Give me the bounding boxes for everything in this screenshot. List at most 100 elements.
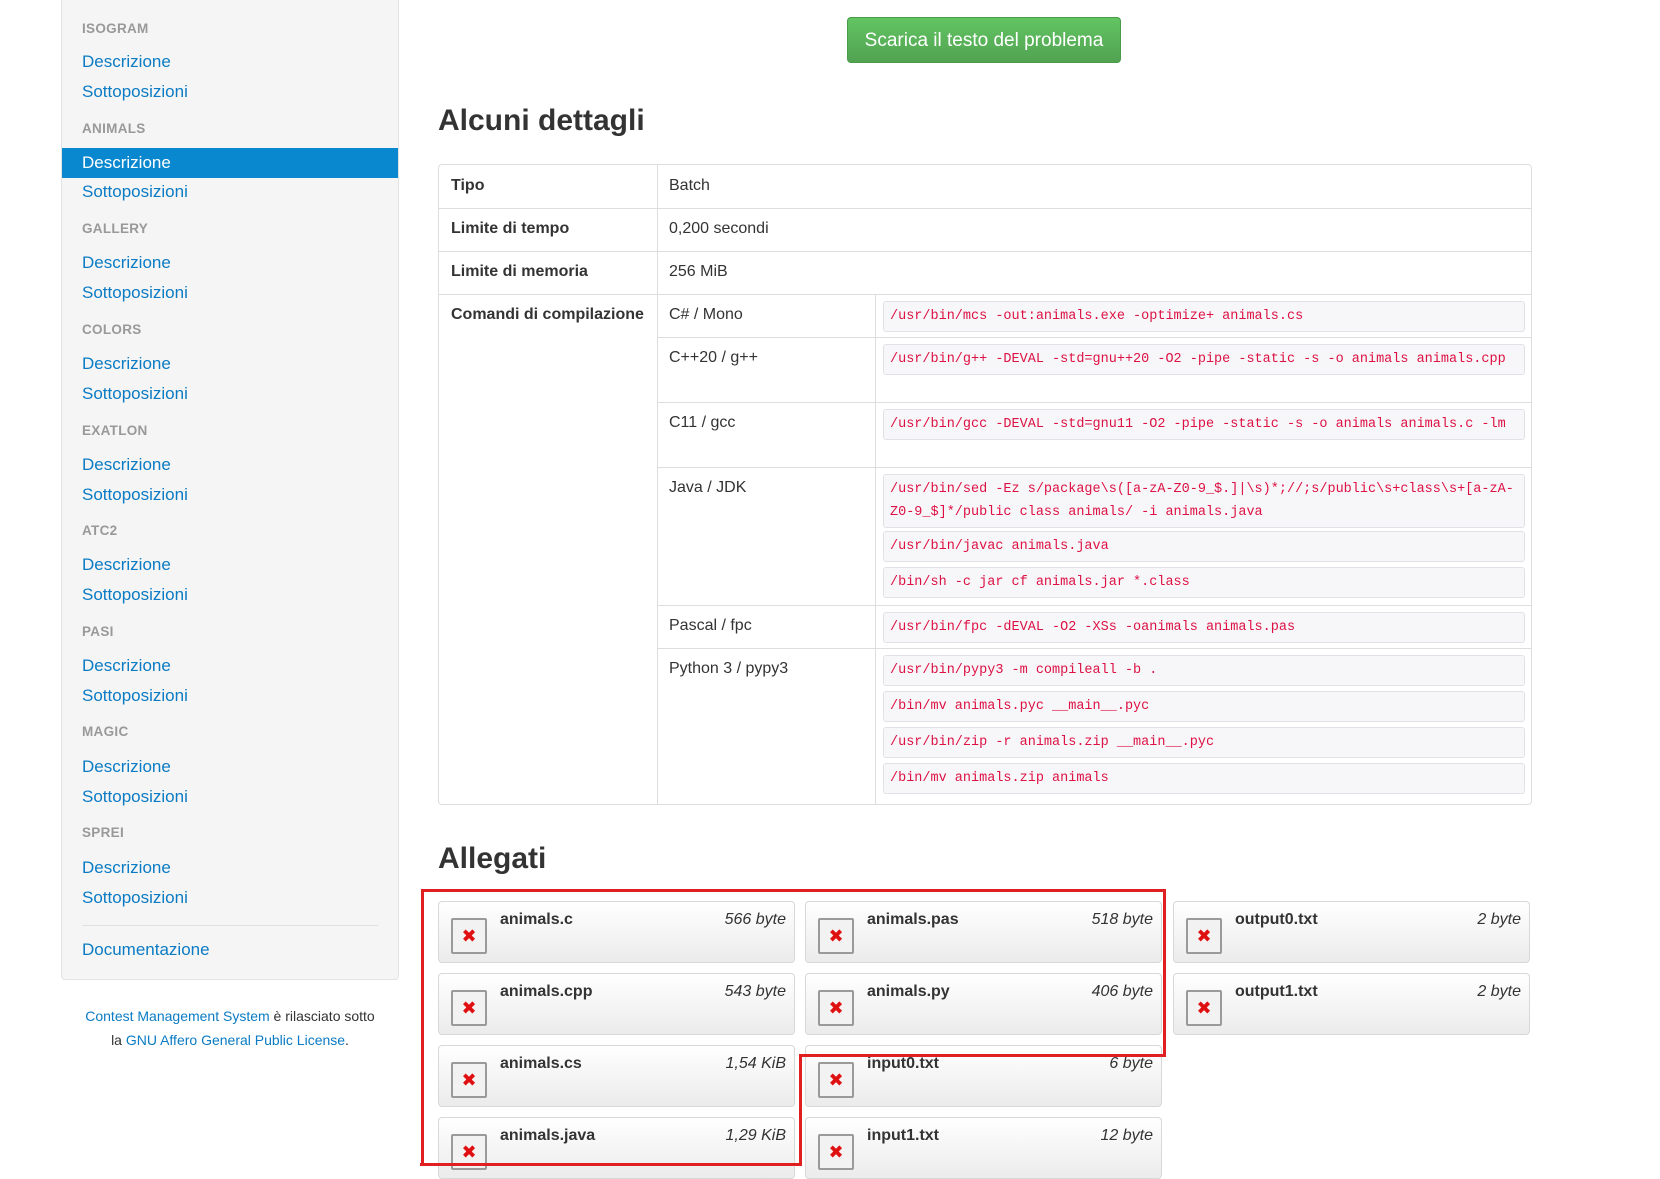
nav-header-magic: MAGIC xyxy=(82,724,129,739)
attachment-name: input0.txt xyxy=(867,1055,939,1072)
attachment-animals-cpp[interactable]: animals.cpp 543 byte xyxy=(438,973,795,1035)
compile-command: /usr/bin/zip -r animals.zip __main__.pyc xyxy=(883,727,1525,758)
attachment-size: 406 byte xyxy=(1091,983,1153,1000)
broken-image-icon xyxy=(451,918,487,954)
attachment-animals-pas[interactable]: animals.pas 518 byte xyxy=(805,901,1162,963)
annotation-outline-right xyxy=(1163,889,1166,1057)
attachment-animals-py[interactable]: animals.py 406 byte xyxy=(805,973,1162,1035)
attachment-name: animals.c xyxy=(500,911,573,928)
download-statement-button[interactable]: Scarica il testo del problema xyxy=(847,17,1121,63)
tipo-label: Tipo xyxy=(451,177,485,194)
attachment-size: 1,29 KiB xyxy=(725,1127,786,1144)
broken-image-icon xyxy=(818,990,854,1026)
compile-command: /bin/mv animals.pyc __main__.pyc xyxy=(883,691,1525,722)
attachment-input1-txt[interactable]: input1.txt 12 byte xyxy=(805,1117,1162,1179)
footer-text-la: la xyxy=(111,1032,126,1048)
attachment-animals-c[interactable]: animals.c 566 byte xyxy=(438,901,795,963)
lang-cpp: C++20 / g++ xyxy=(669,349,758,366)
memory-limit-value: 256 MiB xyxy=(669,263,728,280)
nav-link-gallery-descrizione[interactable]: Descrizione xyxy=(62,248,398,278)
attachment-name: animals.java xyxy=(500,1127,596,1144)
nav-header-sprei: SPREI xyxy=(82,825,125,840)
row-divider xyxy=(439,251,1531,252)
nav-header-colors: COLORS xyxy=(82,322,142,337)
memory-limit-label: Limite di memoria xyxy=(451,263,588,280)
attachment-name: animals.pas xyxy=(867,911,959,928)
nav-link-gallery-sottoposizioni[interactable]: Sottoposizioni xyxy=(62,278,398,308)
nav-header-atc2: ATC2 xyxy=(82,523,118,538)
compile-command: /usr/bin/g++ -DEVAL -std=gnu++20 -O2 -pi… xyxy=(883,344,1525,375)
nav-link-colors-descrizione[interactable]: Descrizione xyxy=(62,349,398,379)
lang-java: Java / JDK xyxy=(669,479,747,496)
attachment-name: output0.txt xyxy=(1235,911,1318,928)
broken-image-icon xyxy=(1186,918,1222,954)
nav-link-sprei-descrizione[interactable]: Descrizione xyxy=(62,853,398,883)
nav-header-animals: ANIMALS xyxy=(82,121,146,136)
time-limit-label: Limite di tempo xyxy=(451,220,570,237)
attachment-size: 2 byte xyxy=(1477,911,1521,928)
row-divider xyxy=(439,294,1531,295)
attachment-output0-txt[interactable]: output0.txt 2 byte xyxy=(1173,901,1530,963)
annotation-outline-top xyxy=(423,889,1165,892)
attachment-animals-cs[interactable]: animals.cs 1,54 KiB xyxy=(438,1045,795,1107)
attachment-size: 1,54 KiB xyxy=(725,1055,786,1072)
nav-link-pasi-sottoposizioni[interactable]: Sottoposizioni xyxy=(62,681,398,711)
attachment-animals-java[interactable]: animals.java 1,29 KiB xyxy=(438,1117,795,1179)
lang-csharp: C# / Mono xyxy=(669,306,743,323)
attachment-name: input1.txt xyxy=(867,1127,939,1144)
attachment-size: 566 byte xyxy=(724,911,786,928)
details-table: Tipo Batch Limite di tempo 0,200 secondi… xyxy=(438,164,1532,805)
compile-command: /usr/bin/gcc -DEVAL -std=gnu11 -O2 -pipe… xyxy=(883,409,1525,440)
nav-link-sprei-sottoposizioni[interactable]: Sottoposizioni xyxy=(62,883,398,913)
nav-link-isogram-sottoposizioni[interactable]: Sottoposizioni xyxy=(62,77,398,107)
compile-command: /usr/bin/javac animals.java xyxy=(883,531,1525,562)
compile-command: /usr/bin/fpc -dEVAL -O2 -XSs -oanimals a… xyxy=(883,612,1525,643)
broken-image-icon xyxy=(818,1062,854,1098)
lang-c: C11 / gcc xyxy=(669,414,736,431)
nav-link-magic-sottoposizioni[interactable]: Sottoposizioni xyxy=(62,782,398,812)
attachment-name: animals.cpp xyxy=(500,983,593,1000)
lang-divider xyxy=(657,605,1531,606)
attachment-name: animals.py xyxy=(867,983,950,1000)
nav-link-exatlon-descrizione[interactable]: Descrizione xyxy=(62,450,398,480)
annotation-outline-inner xyxy=(799,1054,802,1166)
sidebar: ISOGRAM Descrizione Sottoposizioni ANIMA… xyxy=(61,0,399,980)
nav-link-animals-descrizione[interactable]: Descrizione xyxy=(62,148,398,178)
attachment-name: animals.cs xyxy=(500,1055,582,1072)
nav-link-exatlon-sottoposizioni[interactable]: Sottoposizioni xyxy=(62,480,398,510)
nav-link-documentazione[interactable]: Documentazione xyxy=(62,935,398,965)
nav-divider xyxy=(82,925,378,926)
compile-command: /usr/bin/pypy3 -m compileall -b . xyxy=(883,655,1525,686)
compile-commands-label: Comandi di compilazione xyxy=(451,306,644,323)
broken-image-icon xyxy=(1186,990,1222,1026)
nav-link-colors-sottoposizioni[interactable]: Sottoposizioni xyxy=(62,379,398,409)
cms-link[interactable]: Contest Management System xyxy=(85,1008,269,1024)
footer-license: Contest Management System è rilasciato s… xyxy=(61,1004,399,1052)
tipo-value: Batch xyxy=(669,177,710,194)
lang-divider xyxy=(657,648,1531,649)
row-divider xyxy=(439,208,1531,209)
compile-command: /bin/sh -c jar cf animals.jar *.class xyxy=(883,567,1525,598)
nav-link-atc2-sottoposizioni[interactable]: Sottoposizioni xyxy=(62,580,398,610)
nav-link-magic-descrizione[interactable]: Descrizione xyxy=(62,752,398,782)
footer-text-mid: è rilasciato sotto xyxy=(269,1008,375,1024)
attachment-name: output1.txt xyxy=(1235,983,1318,1000)
attachment-size: 518 byte xyxy=(1091,911,1153,928)
nav-header-pasi: PASI xyxy=(82,624,114,639)
lang-divider xyxy=(657,402,1531,403)
nav-link-pasi-descrizione[interactable]: Descrizione xyxy=(62,651,398,681)
annotation-outline-bottom xyxy=(420,1163,802,1166)
compile-command: /bin/mv animals.zip animals xyxy=(883,763,1525,794)
broken-image-icon xyxy=(451,1062,487,1098)
attachments-title: Allegati xyxy=(438,842,547,875)
broken-image-icon xyxy=(818,918,854,954)
col-divider xyxy=(657,165,658,804)
footer-text-end: . xyxy=(345,1032,349,1048)
nav-link-isogram-descrizione[interactable]: Descrizione xyxy=(62,47,398,77)
nav-link-atc2-descrizione[interactable]: Descrizione xyxy=(62,550,398,580)
annotation-outline-step xyxy=(801,1054,1166,1057)
attachment-output1-txt[interactable]: output1.txt 2 byte xyxy=(1173,973,1530,1035)
license-link[interactable]: GNU Affero General Public License xyxy=(126,1032,345,1048)
nav-link-animals-sottoposizioni[interactable]: Sottoposizioni xyxy=(62,177,398,207)
lang-divider xyxy=(657,467,1531,468)
